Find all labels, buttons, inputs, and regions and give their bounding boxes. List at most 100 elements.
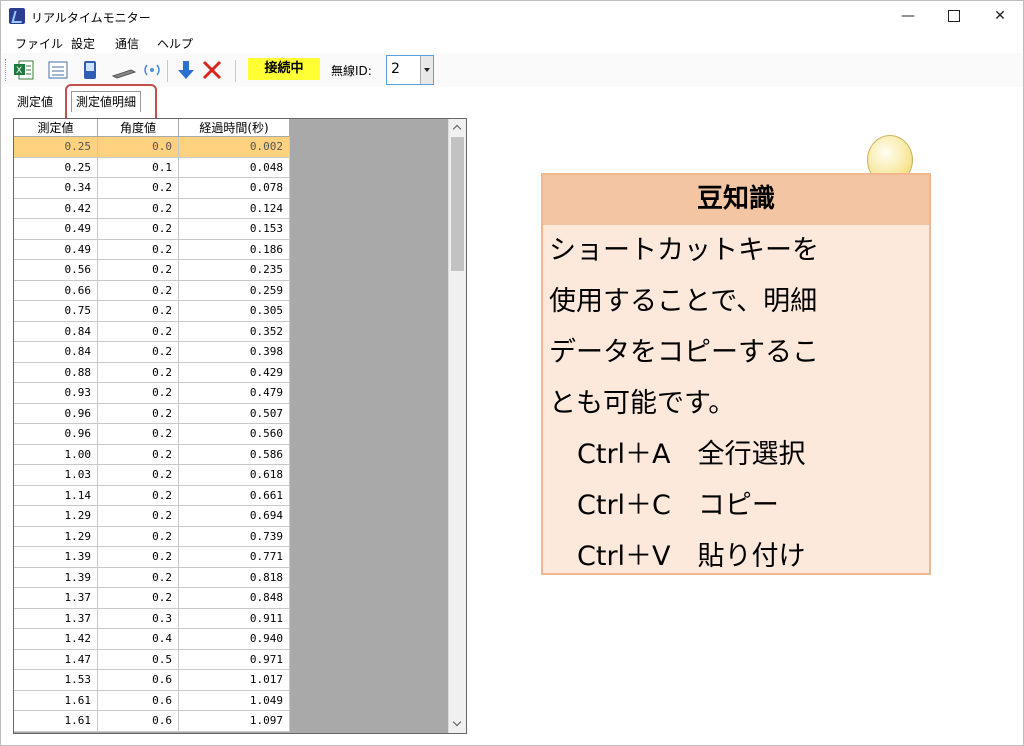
- table-row[interactable]: 1.39 0.2 0.818: [14, 567, 290, 588]
- cell-elapsed-time[interactable]: 0.078: [179, 178, 290, 199]
- table-row[interactable]: 1.42 0.4 0.940: [14, 629, 290, 650]
- delete-icon[interactable]: [201, 60, 223, 80]
- menu-file[interactable]: ファイル: [15, 35, 63, 52]
- cell-angle[interactable]: 0.2: [98, 219, 179, 240]
- cell-measurement[interactable]: 1.03: [14, 465, 98, 486]
- cell-measurement[interactable]: 0.25: [14, 157, 98, 178]
- list-icon[interactable]: [47, 60, 69, 80]
- cell-measurement[interactable]: 0.84: [14, 342, 98, 363]
- cell-angle[interactable]: 0.2: [98, 342, 179, 363]
- table-row[interactable]: 1.61 0.6 1.097: [14, 711, 290, 732]
- cell-elapsed-time[interactable]: 0.186: [179, 239, 290, 260]
- chevron-down-icon[interactable]: [420, 56, 433, 84]
- cell-angle[interactable]: 0.2: [98, 239, 179, 260]
- cell-angle[interactable]: 0.2: [98, 383, 179, 404]
- cell-elapsed-time[interactable]: 0.429: [179, 362, 290, 383]
- cell-measurement[interactable]: 1.14: [14, 485, 98, 506]
- cell-angle[interactable]: 0.4: [98, 629, 179, 650]
- cell-measurement[interactable]: 0.96: [14, 424, 98, 445]
- cell-measurement[interactable]: 0.96: [14, 403, 98, 424]
- cell-elapsed-time[interactable]: 1.017: [179, 670, 290, 691]
- cell-elapsed-time[interactable]: 0.048: [179, 157, 290, 178]
- cell-measurement[interactable]: 0.84: [14, 321, 98, 342]
- table-row[interactable]: 0.49 0.2 0.186: [14, 239, 290, 260]
- cell-elapsed-time[interactable]: 0.694: [179, 506, 290, 527]
- cell-angle[interactable]: 0.0: [98, 137, 179, 158]
- cell-angle[interactable]: 0.2: [98, 178, 179, 199]
- cell-elapsed-time[interactable]: 0.398: [179, 342, 290, 363]
- table-row[interactable]: 1.00 0.2 0.586: [14, 444, 290, 465]
- cell-angle[interactable]: 0.2: [98, 198, 179, 219]
- cell-angle[interactable]: 0.2: [98, 567, 179, 588]
- grid-vertical-scrollbar[interactable]: [448, 119, 466, 733]
- table-row[interactable]: 0.84 0.2 0.352: [14, 321, 290, 342]
- table-row[interactable]: 1.14 0.2 0.661: [14, 485, 290, 506]
- detail-data-grid[interactable]: 測定値 角度値 経過時間(秒) 0.25 0.0 0.002 0.25 0.1 0.048…: [13, 118, 467, 734]
- cell-angle[interactable]: 0.2: [98, 506, 179, 527]
- table-row[interactable]: 1.47 0.5 0.971: [14, 649, 290, 670]
- table-row[interactable]: 1.03 0.2 0.618: [14, 465, 290, 486]
- minimize-button[interactable]: —: [885, 1, 931, 32]
- cell-measurement[interactable]: 0.56: [14, 260, 98, 281]
- cell-angle[interactable]: 0.2: [98, 485, 179, 506]
- table-row[interactable]: 0.56 0.2 0.235: [14, 260, 290, 281]
- menu-help[interactable]: ヘルプ: [157, 35, 193, 52]
- cell-measurement[interactable]: 1.61: [14, 711, 98, 732]
- table-row[interactable]: 1.61 0.6 1.049: [14, 690, 290, 711]
- cell-measurement[interactable]: 1.61: [14, 690, 98, 711]
- table-row[interactable]: 0.66 0.2 0.259: [14, 280, 290, 301]
- cell-angle[interactable]: 0.5: [98, 649, 179, 670]
- cell-angle[interactable]: 0.2: [98, 321, 179, 342]
- table-row[interactable]: 0.96 0.2 0.507: [14, 403, 290, 424]
- cell-angle[interactable]: 0.2: [98, 547, 179, 568]
- cell-angle[interactable]: 0.1: [98, 157, 179, 178]
- cell-angle[interactable]: 0.2: [98, 465, 179, 486]
- cell-elapsed-time[interactable]: 0.618: [179, 465, 290, 486]
- device-icon[interactable]: [79, 60, 101, 80]
- cell-elapsed-time[interactable]: 1.049: [179, 690, 290, 711]
- scroll-down-icon[interactable]: [449, 716, 466, 733]
- cell-measurement[interactable]: 0.25: [14, 137, 98, 158]
- table-row[interactable]: 0.25 0.0 0.002: [14, 137, 290, 158]
- cell-angle[interactable]: 0.6: [98, 711, 179, 732]
- cell-elapsed-time[interactable]: 0.507: [179, 403, 290, 424]
- cell-measurement[interactable]: 1.42: [14, 629, 98, 650]
- cell-elapsed-time[interactable]: 0.259: [179, 280, 290, 301]
- table-row[interactable]: 0.75 0.2 0.305: [14, 301, 290, 322]
- cell-elapsed-time[interactable]: 0.818: [179, 567, 290, 588]
- cell-elapsed-time[interactable]: 0.940: [179, 629, 290, 650]
- table-row[interactable]: 1.39 0.2 0.771: [14, 547, 290, 568]
- cell-measurement[interactable]: 1.53: [14, 670, 98, 691]
- download-icon[interactable]: [175, 60, 197, 80]
- cell-angle[interactable]: 0.2: [98, 362, 179, 383]
- cell-measurement[interactable]: 0.49: [14, 239, 98, 260]
- table-row[interactable]: 0.88 0.2 0.429: [14, 362, 290, 383]
- table-row[interactable]: 0.49 0.2 0.153: [14, 219, 290, 240]
- cell-elapsed-time[interactable]: 0.586: [179, 444, 290, 465]
- cell-angle[interactable]: 0.6: [98, 670, 179, 691]
- table-row[interactable]: 1.37 0.3 0.911: [14, 608, 290, 629]
- cell-measurement[interactable]: 0.42: [14, 198, 98, 219]
- menu-communication[interactable]: 通信: [115, 35, 139, 52]
- cell-elapsed-time[interactable]: 0.235: [179, 260, 290, 281]
- table-row[interactable]: 0.42 0.2 0.124: [14, 198, 290, 219]
- cell-measurement[interactable]: 1.37: [14, 588, 98, 609]
- cell-measurement[interactable]: 0.34: [14, 178, 98, 199]
- scroll-thumb[interactable]: [451, 137, 464, 271]
- cell-measurement[interactable]: 1.37: [14, 608, 98, 629]
- cell-measurement[interactable]: 1.39: [14, 547, 98, 568]
- table-row[interactable]: 0.93 0.2 0.479: [14, 383, 290, 404]
- cell-measurement[interactable]: 1.29: [14, 526, 98, 547]
- excel-icon[interactable]: X: [13, 60, 35, 80]
- cell-elapsed-time[interactable]: 0.971: [179, 649, 290, 670]
- cell-elapsed-time[interactable]: 0.661: [179, 485, 290, 506]
- cell-elapsed-time[interactable]: 0.153: [179, 219, 290, 240]
- cell-angle[interactable]: 0.2: [98, 424, 179, 445]
- table-row[interactable]: 0.84 0.2 0.398: [14, 342, 290, 363]
- cell-angle[interactable]: 0.2: [98, 444, 179, 465]
- cell-measurement[interactable]: 0.66: [14, 280, 98, 301]
- cell-measurement[interactable]: 1.39: [14, 567, 98, 588]
- cell-angle[interactable]: 0.2: [98, 260, 179, 281]
- close-button[interactable]: ✕: [977, 1, 1023, 32]
- cell-angle[interactable]: 0.3: [98, 608, 179, 629]
